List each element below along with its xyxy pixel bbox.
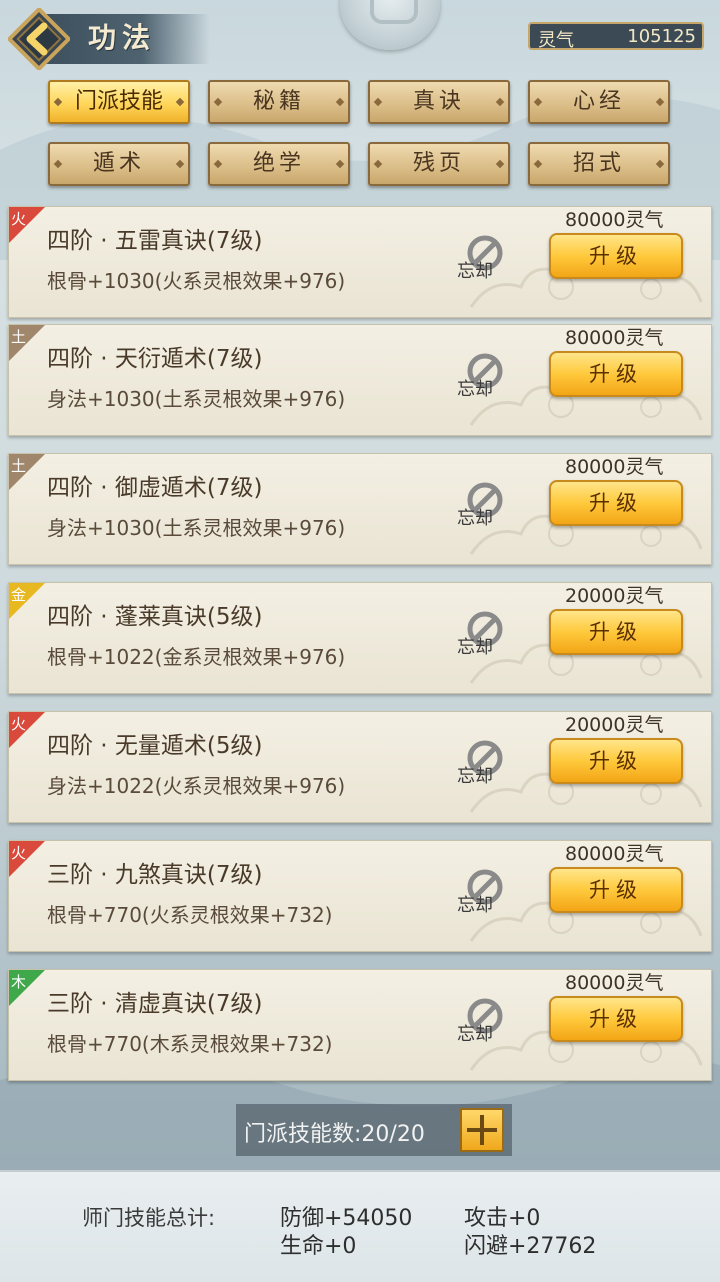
element-label: 火 [11,210,27,228]
currency-label: 灵气 [538,30,574,51]
top-decoration-handle [370,0,418,24]
skill-name: 四阶 · 无量遁术(5级) [47,733,263,759]
forget-label[interactable]: 忘却 [457,1020,493,1046]
forget-label[interactable]: 忘却 [457,257,493,283]
skill-card: 土四阶 · 御虚遁术(7级) 身法+1030(土系灵根效果+976) 忘却 80000… [8,453,712,565]
skill-name: 三阶 · 清虚真诀(7级) [47,991,263,1017]
skill-effect: 身法+1030(土系灵根效果+976) [47,516,346,540]
upgrade-cost: 80000灵气 [565,843,664,865]
back-arrow-icon[interactable] [8,8,70,70]
element-tag: 土 [9,454,51,496]
skill-card: 火四阶 · 五雷真诀(7级) 根骨+1030(火系灵根效果+976) 忘却 80000… [8,206,712,318]
forget-label[interactable]: 忘却 [457,633,493,659]
upgrade-cost: 80000灵气 [565,209,664,231]
upgrade-button[interactable]: 升级 [549,609,683,655]
upgrade-button[interactable]: 升级 [549,996,683,1042]
skill-effect: 根骨+1030(火系灵根效果+976) [47,269,346,293]
element-tag: 火 [9,712,51,754]
element-label: 木 [11,973,27,991]
skill-slots-count: 门派技能数:20/20 [244,1122,425,1147]
skill-effect: 身法+1030(土系灵根效果+976) [47,387,346,411]
element-tag: 土 [9,325,51,367]
upgrade-button[interactable]: 升级 [549,351,683,397]
upgrade-cost: 80000灵气 [565,327,664,349]
forget-label[interactable]: 忘却 [457,762,493,788]
plus-icon [467,1115,497,1145]
tab-sect-skills[interactable]: 门派技能 [48,80,190,124]
upgrade-button[interactable]: 升级 [549,867,683,913]
tab-ultimate-arts[interactable]: 绝学 [208,142,350,186]
element-label: 土 [11,328,27,346]
upgrade-cost: 80000灵气 [565,972,664,994]
currency-display: 灵气 105125 [528,22,704,51]
skill-name: 三阶 · 九煞真诀(7级) [47,862,263,888]
summary-hp: 生命+0 [280,1234,357,1259]
skill-card: 木三阶 · 清虚真诀(7级) 根骨+770(木系灵根效果+732) 忘却 80000灵… [8,969,712,1081]
tab-escape-arts[interactable]: 遁术 [48,142,190,186]
page-title: 功法 [88,21,157,54]
upgrade-cost: 20000灵气 [565,714,664,736]
tab-heart-sutra[interactable]: 心经 [528,80,670,124]
skill-card: 土四阶 · 天衍遁术(7级) 身法+1030(土系灵根效果+976) 忘却 80000… [8,324,712,436]
skill-effect: 根骨+1022(金系灵根效果+976) [47,645,346,669]
element-label: 火 [11,715,27,733]
skill-card: 金四阶 · 蓬莱真诀(5级) 根骨+1022(金系灵根效果+976) 忘却 20000… [8,582,712,694]
skill-summary-panel: 师门技能总计: 防御+54050 攻击+0 生命+0 闪避+27762 [0,1170,720,1282]
element-label: 火 [11,844,27,862]
forget-label[interactable]: 忘却 [457,375,493,401]
element-tag: 火 [9,207,51,249]
element-label: 金 [11,586,27,604]
skill-card: 火三阶 · 九煞真诀(7级) 根骨+770(火系灵根效果+732) 忘却 80000灵… [8,840,712,952]
skill-name: 四阶 · 五雷真诀(7级) [47,228,263,254]
upgrade-button[interactable]: 升级 [549,480,683,526]
summary-dodge: 闪避+27762 [464,1234,597,1259]
add-slot-button[interactable] [460,1108,504,1152]
currency-value: 105125 [627,26,696,47]
skill-name: 四阶 · 御虚遁术(7级) [47,475,263,501]
tab-moves[interactable]: 招式 [528,142,670,186]
tab-true-formula[interactable]: 真诀 [368,80,510,124]
upgrade-cost: 80000灵气 [565,456,664,478]
element-tag: 木 [9,970,51,1012]
upgrade-button[interactable]: 升级 [549,233,683,279]
skill-list[interactable]: 火四阶 · 五雷真诀(7级) 根骨+1030(火系灵根效果+976) 忘却 80000… [0,198,720,1094]
skill-effect: 根骨+770(木系灵根效果+732) [47,1032,333,1056]
forget-label[interactable]: 忘却 [457,504,493,530]
upgrade-button[interactable]: 升级 [549,738,683,784]
upgrade-cost: 20000灵气 [565,585,664,607]
forget-label[interactable]: 忘却 [457,891,493,917]
summary-label: 师门技能总计: [82,1206,216,1230]
tab-secret-books[interactable]: 秘籍 [208,80,350,124]
tab-remnant-pages[interactable]: 残页 [368,142,510,186]
skill-name: 四阶 · 天衍遁术(7级) [47,346,263,372]
skill-name: 四阶 · 蓬莱真诀(5级) [47,604,263,630]
element-tag: 火 [9,841,51,883]
element-tag: 金 [9,583,51,625]
element-label: 土 [11,457,27,475]
skill-slots-panel: 门派技能数:20/20 [236,1104,512,1156]
skill-effect: 身法+1022(火系灵根效果+976) [47,774,346,798]
skill-effect: 根骨+770(火系灵根效果+732) [47,903,333,927]
skill-card: 火四阶 · 无量遁术(5级) 身法+1022(火系灵根效果+976) 忘却 20000… [8,711,712,823]
